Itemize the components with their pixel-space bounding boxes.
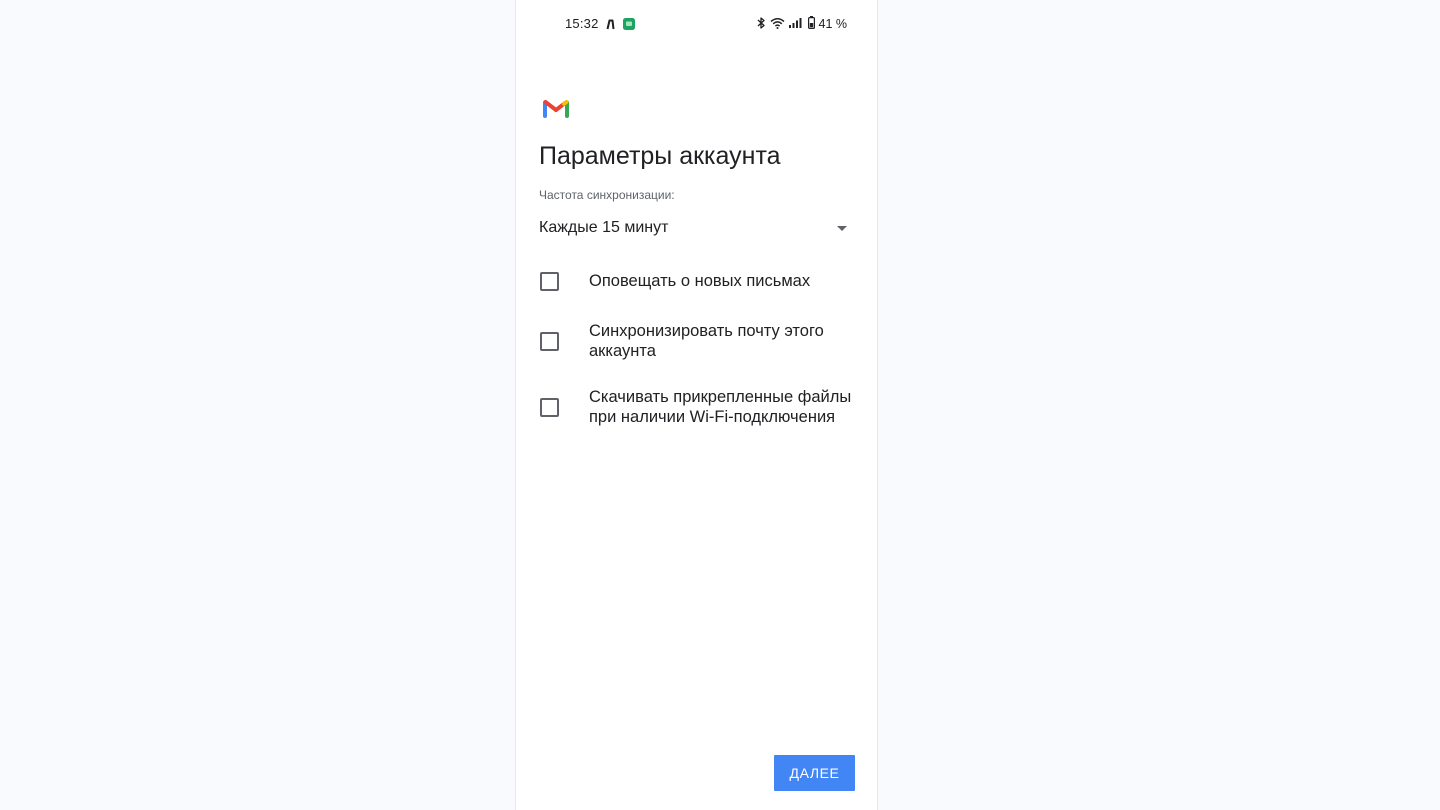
bluetooth-icon bbox=[757, 16, 766, 32]
sync-frequency-dropdown[interactable]: Каждые 15 минут bbox=[539, 216, 855, 242]
battery-percent: 41 % bbox=[818, 17, 848, 31]
battery-icon bbox=[807, 16, 815, 32]
status-bar: 15:32 41 % bbox=[516, 12, 877, 36]
sync-frequency-label: Частота синхронизации: bbox=[539, 188, 675, 202]
download-attachments-option[interactable]: Скачивать прикрепленные файлы при наличи… bbox=[539, 387, 859, 429]
messages-app-icon bbox=[623, 17, 635, 35]
sync-frequency-value: Каждые 15 минут bbox=[539, 219, 669, 236]
download-attachments-label: Скачивать прикрепленные файлы при наличи… bbox=[589, 388, 852, 426]
next-button[interactable]: ДАЛЕЕ bbox=[774, 755, 855, 791]
gmail-logo-icon bbox=[543, 98, 569, 118]
notification-n-icon bbox=[606, 17, 616, 35]
sync-mail-option[interactable]: Синхронизировать почту этого аккаунта bbox=[539, 321, 859, 363]
dropdown-arrow-icon bbox=[837, 226, 847, 231]
status-right-icons: 41 % bbox=[757, 16, 848, 32]
status-left-icons bbox=[606, 17, 635, 35]
signal-icon bbox=[788, 17, 804, 31]
notify-new-mail-option[interactable]: Оповещать о новых письмах bbox=[539, 270, 859, 294]
sync-mail-label: Синхронизировать почту этого аккаунта bbox=[589, 322, 824, 360]
status-time: 15:32 bbox=[565, 16, 599, 31]
wifi-icon bbox=[770, 17, 785, 32]
download-attachments-checkbox[interactable] bbox=[540, 398, 559, 417]
sync-mail-checkbox[interactable] bbox=[540, 332, 559, 351]
notify-new-mail-label: Оповещать о новых письмах bbox=[589, 272, 811, 290]
notify-new-mail-checkbox[interactable] bbox=[540, 272, 559, 291]
phone-screen: 15:32 41 % Параметры аккаунта Частота си… bbox=[515, 0, 878, 810]
page-title: Параметры аккаунта bbox=[539, 142, 781, 170]
